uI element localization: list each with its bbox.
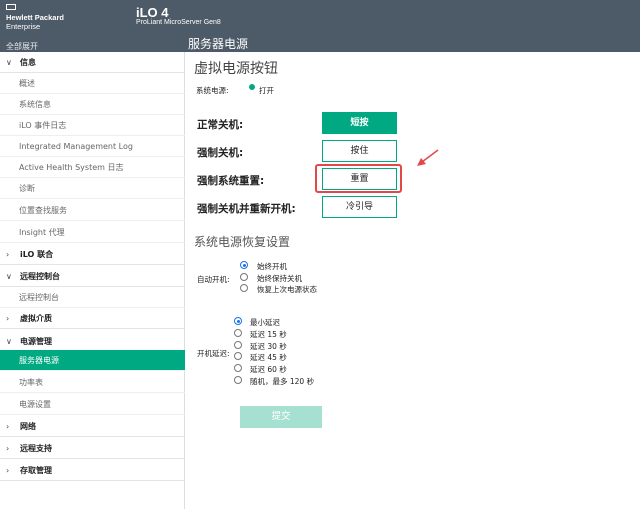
sidebar-item-insight-agent[interactable]: Insight 代理: [0, 222, 185, 243]
delay-60-radio[interactable]: [234, 364, 242, 372]
always-power-on-label: 始终开机: [257, 262, 287, 271]
sidebar-item-ilo-event-log[interactable]: iLO 事件日志: [0, 115, 185, 136]
cold-boot-button[interactable]: 冷引导: [322, 196, 397, 218]
sidebar-section-label: 电源管理: [20, 337, 52, 346]
chevron-right-icon: ›: [6, 250, 10, 259]
system-power-status: 打开: [259, 86, 274, 95]
sidebar-item-iml[interactable]: Integrated Management Log: [0, 136, 185, 157]
restore-last-state-label: 恢复上次电源状态: [257, 285, 317, 294]
random-delay-radio[interactable]: [234, 376, 242, 384]
always-power-off-label: 始终保持关机: [257, 274, 302, 283]
delay-30-label: 延迟 30 秒: [250, 342, 287, 351]
sidebar-section-label: 远程支持: [20, 444, 52, 453]
sidebar-section-remote-support[interactable]: › 远程支持: [0, 438, 185, 459]
brand-name-line2: Enterprise: [6, 22, 41, 31]
sidebar-item-power-settings[interactable]: 电源设置: [0, 394, 185, 415]
force-shutdown-label: 强制关机:: [197, 147, 244, 159]
min-delay-label: 最小延迟: [250, 318, 280, 327]
annotation-arrow-icon: [417, 149, 439, 166]
hpe-logo-icon: [6, 4, 16, 10]
sidebar-item-ahs-log[interactable]: Active Health System 日志: [0, 157, 185, 178]
delay-45-radio[interactable]: [234, 352, 242, 360]
top-bar: Hewlett Packard Enterprise 全部展开 iLO 4 Pr…: [0, 0, 640, 52]
sidebar-section-info[interactable]: ∨ 信息: [0, 52, 185, 73]
chevron-right-icon: ›: [6, 466, 10, 475]
sidebar-section-access-management[interactable]: › 存取管理: [0, 460, 185, 481]
chevron-right-icon: ›: [6, 422, 10, 431]
always-power-on-radio[interactable]: [240, 261, 248, 269]
delay-45-label: 延迟 45 秒: [250, 353, 287, 362]
sidebar-section-power-management[interactable]: ∨ 电源管理: [0, 331, 185, 352]
sidebar-item-location-discovery[interactable]: 位置查找服务: [0, 200, 185, 221]
delay-60-label: 延迟 60 秒: [250, 365, 287, 374]
graceful-shutdown-label: 正常关机:: [197, 119, 244, 131]
delay-15-label: 延迟 15 秒: [250, 330, 287, 339]
main-content: 虚拟电源按钮 系统电源: 打开 正常关机: 短按 强制关机: 按住 强制系统重置…: [186, 52, 640, 509]
sidebar-item-system-info[interactable]: 系统信息: [0, 94, 185, 115]
chevron-down-icon: ∨: [6, 337, 12, 346]
power-on-status-icon: [249, 84, 255, 90]
chevron-right-icon: ›: [6, 444, 10, 453]
random-delay-label: 随机，最多 120 秒: [250, 377, 315, 386]
delay-30-radio[interactable]: [234, 341, 242, 349]
sidebar-section-ilo-federation[interactable]: › iLO 联合: [0, 244, 185, 265]
brand-name: Hewlett Packard: [6, 13, 64, 22]
expand-all-link[interactable]: 全部展开: [6, 41, 38, 52]
sidebar-item-remote-console[interactable]: 远程控制台: [0, 287, 185, 308]
min-delay-radio[interactable]: [234, 317, 242, 325]
always-power-off-radio[interactable]: [240, 273, 248, 281]
sidebar-section-label: 远程控制台: [20, 272, 60, 281]
auto-power-on-label: 自动开机:: [197, 275, 230, 284]
sidebar-item-power-meter[interactable]: 功率表: [0, 372, 185, 393]
sidebar-section-label: iLO 联合: [20, 250, 54, 259]
sidebar-section-remote-console[interactable]: ∨ 远程控制台: [0, 266, 185, 287]
delay-15-radio[interactable]: [234, 329, 242, 337]
system-power-label: 系统电源:: [196, 86, 229, 95]
sidebar-nav: ∨ 信息 概述 系统信息 iLO 事件日志 Integrated Manageme…: [0, 52, 185, 509]
momentary-press-button[interactable]: 短按: [322, 112, 397, 134]
power-restore-heading: 系统电源恢复设置: [194, 235, 291, 249]
sidebar-item-diagnostics[interactable]: 诊断: [0, 178, 185, 199]
force-reset-label: 强制系统重置:: [197, 175, 265, 187]
sidebar-section-label: 虚拟介质: [20, 314, 52, 323]
sidebar-section-label: 网络: [20, 422, 36, 431]
sidebar-item-overview[interactable]: 概述: [0, 73, 185, 94]
app-title: iLO 4: [136, 5, 169, 20]
power-on-delay-label: 开机延迟:: [197, 349, 230, 358]
sidebar-section-label: 存取管理: [20, 466, 52, 475]
chevron-down-icon: ∨: [6, 58, 12, 67]
submit-button[interactable]: 提交: [240, 406, 322, 428]
sidebar-item-server-power[interactable]: 服务器电源: [0, 350, 185, 371]
sidebar-section-label: 信息: [20, 58, 36, 67]
restore-last-state-radio[interactable]: [240, 284, 248, 292]
sidebar-section-network[interactable]: › 网络: [0, 416, 185, 437]
virtual-power-heading: 虚拟电源按钮: [194, 61, 278, 77]
page-title: 服务器电源: [188, 37, 249, 51]
app-subtitle: ProLiant MicroServer Gen8: [136, 19, 221, 26]
chevron-down-icon: ∨: [6, 272, 12, 281]
cold-boot-label: 强制关机并重新开机:: [197, 203, 296, 215]
sidebar-section-virtual-media[interactable]: › 虚拟介质: [0, 308, 185, 329]
chevron-right-icon: ›: [6, 314, 10, 323]
